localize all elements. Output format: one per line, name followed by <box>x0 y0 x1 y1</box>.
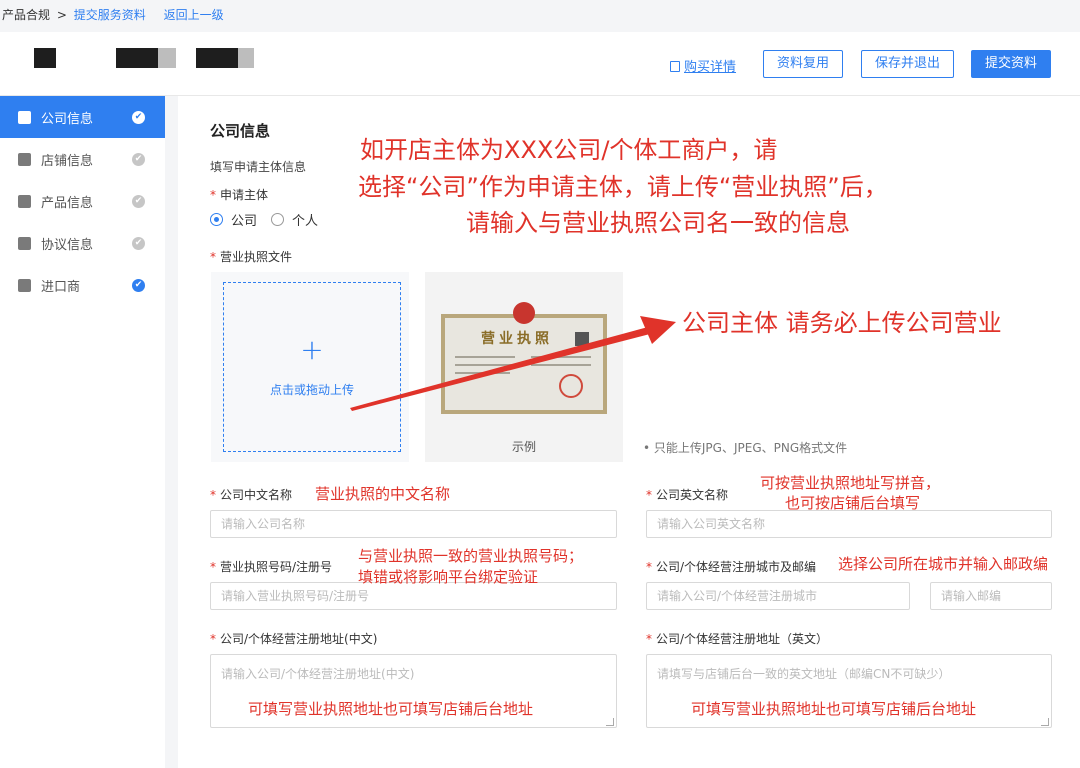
annotation-city: 选择公司所在城市并输入邮政编 <box>838 555 1049 573</box>
text-line <box>531 356 591 358</box>
sidebar-item-importer[interactable]: 进口商 ✔ <box>0 264 165 306</box>
license-sample-image: 营业执照 <box>441 302 607 414</box>
license-no-label: * 营业执照号码/注册号 <box>210 560 333 574</box>
example-card: 营业执照 示例 <box>425 272 623 462</box>
breadcrumb: 产品合规 > 提交服务资料 返回上一级 <box>0 0 1080 30</box>
addr-en-label: * 公司/个体经营注册地址（英文） <box>646 632 829 646</box>
en-name-label: * 公司英文名称 <box>646 488 729 502</box>
resize-handle-icon[interactable] <box>1041 718 1049 726</box>
agreement-icon <box>18 236 31 250</box>
radio-checked-icon <box>210 213 223 226</box>
reuse-data-button[interactable]: 资料复用 <box>763 50 844 78</box>
annotation-top-line2: 选择“公司”作为申请主体，请上传“营业执照”后， <box>358 173 888 201</box>
license-sample-title: 营业执照 <box>481 331 553 347</box>
submit-button[interactable]: 提交资料 <box>971 50 1052 78</box>
check-circle-icon: ✔ <box>132 278 145 292</box>
save-exit-button[interactable]: 保存并退出 <box>861 50 955 78</box>
annotation-addr-en: 可填写营业执照地址也可填写店铺后台地址 <box>691 700 977 718</box>
radio-personal[interactable]: 个人 <box>271 210 318 229</box>
sidebar-item-agreement[interactable]: 协议信息 ✔ <box>0 222 165 264</box>
sidebar-item-label: 进口商 <box>41 279 81 295</box>
page-header: 购买详情 资料复用 保存并退出 提交资料 <box>0 32 1080 96</box>
sidebar: 公司信息 ✔ 店铺信息 ✔ 产品信息 ✔ 协议信息 ✔ 进口商 ✔ <box>0 96 165 768</box>
sidebar-item-label: 产品信息 <box>41 195 94 211</box>
text-line <box>531 364 591 366</box>
product-icon <box>18 194 31 208</box>
sidebar-item-company[interactable]: 公司信息 ✔ <box>0 96 165 138</box>
applicant-label: * 申请主体 <box>210 188 269 202</box>
sidebar-item-label: 协议信息 <box>41 237 94 253</box>
annotation-en-name-1: 可按营业执照地址写拼音， <box>760 474 941 492</box>
upload-text: 点击或拖动上传 <box>269 383 354 397</box>
zip-input[interactable]: 请输入邮编 <box>930 582 1052 610</box>
upload-area: + 点击或拖动上传 <box>211 272 409 462</box>
redacted-block <box>158 48 176 68</box>
buy-details-label: 购买详情 <box>684 60 737 75</box>
redacted-block <box>34 48 56 68</box>
license-file-label: * 营业执照文件 <box>210 250 293 264</box>
annotation-top-line1: 如开店主体为XXX公司/个体工商户，请 <box>360 136 778 164</box>
applicant-radio-group: 公司 个人 <box>210 210 332 229</box>
annotation-top-line3: 请输入与营业执照公司名一致的信息 <box>466 209 850 237</box>
buy-details-link[interactable]: 购买详情 <box>670 56 736 75</box>
annotation-cn-name: 营业执照的中文名称 <box>315 485 451 503</box>
sidebar-item-store[interactable]: 店铺信息 ✔ <box>0 138 165 180</box>
section-title: 公司信息 <box>210 122 271 140</box>
sidebar-item-label: 店铺信息 <box>41 153 94 169</box>
importer-icon <box>18 278 31 292</box>
breadcrumb-current[interactable]: 提交服务资料 <box>74 8 146 22</box>
cn-name-input[interactable]: 请输入公司名称 <box>210 510 617 538</box>
annotation-license-no-2: 填错或将影响平台绑定验证 <box>358 568 539 586</box>
national-emblem-icon <box>513 302 535 324</box>
company-icon <box>18 110 31 124</box>
page: 产品合规 > 提交服务资料 返回上一级 购买详情 资料复用 保存并退出 提交资料… <box>0 0 1080 768</box>
annotation-license-no-1: 与营业执照一致的营业执照号码； <box>358 547 584 565</box>
seal-stamp-icon <box>559 374 583 398</box>
addr-cn-label: * 公司/个体经营注册地址(中文) <box>210 632 378 646</box>
annotation-addr-cn: 可填写营业执照地址也可填写店铺后台地址 <box>248 700 534 718</box>
text-line <box>455 372 510 374</box>
cn-name-label: * 公司中文名称 <box>210 488 293 502</box>
breadcrumb-separator: > <box>56 8 67 22</box>
city-zip-label: * 公司/个体经营注册城市及邮编 <box>646 560 817 574</box>
example-label: 示例 <box>511 440 536 454</box>
redacted-block <box>196 48 238 68</box>
radio-company[interactable]: 公司 <box>210 210 257 229</box>
upload-dropzone[interactable]: + 点击或拖动上传 <box>223 282 401 452</box>
store-icon <box>18 152 31 166</box>
text-line <box>455 356 515 358</box>
document-icon <box>670 61 680 72</box>
text-line <box>455 364 525 366</box>
annotation-en-name-2: 也可按店铺后台填写 <box>785 494 921 512</box>
check-circle-icon: ✔ <box>132 152 145 166</box>
upload-hint: • 只能上传JPG、JPEG、PNG格式文件 <box>643 441 848 455</box>
redacted-block <box>238 48 254 68</box>
sub-title: 填写申请主体信息 <box>210 160 307 174</box>
breadcrumb-root[interactable]: 产品合规 <box>2 8 50 22</box>
check-circle-icon: ✔ <box>132 110 145 124</box>
annotation-arrow-note: 公司主体 请务必上传公司营业 <box>682 309 1002 337</box>
qr-code-icon <box>575 332 589 346</box>
plus-icon: + <box>300 333 324 366</box>
city-input[interactable]: 请输入公司/个体经营注册城市 <box>646 582 910 610</box>
check-circle-icon: ✔ <box>132 194 145 208</box>
check-circle-icon: ✔ <box>132 236 145 250</box>
sidebar-item-label: 公司信息 <box>41 111 94 127</box>
resize-handle-icon[interactable] <box>606 718 614 726</box>
sidebar-item-product[interactable]: 产品信息 ✔ <box>0 180 165 222</box>
redacted-block <box>116 48 158 68</box>
back-link[interactable]: 返回上一级 <box>164 8 224 22</box>
radio-unchecked-icon <box>271 213 285 226</box>
en-name-input[interactable]: 请输入公司英文名称 <box>646 510 1052 538</box>
